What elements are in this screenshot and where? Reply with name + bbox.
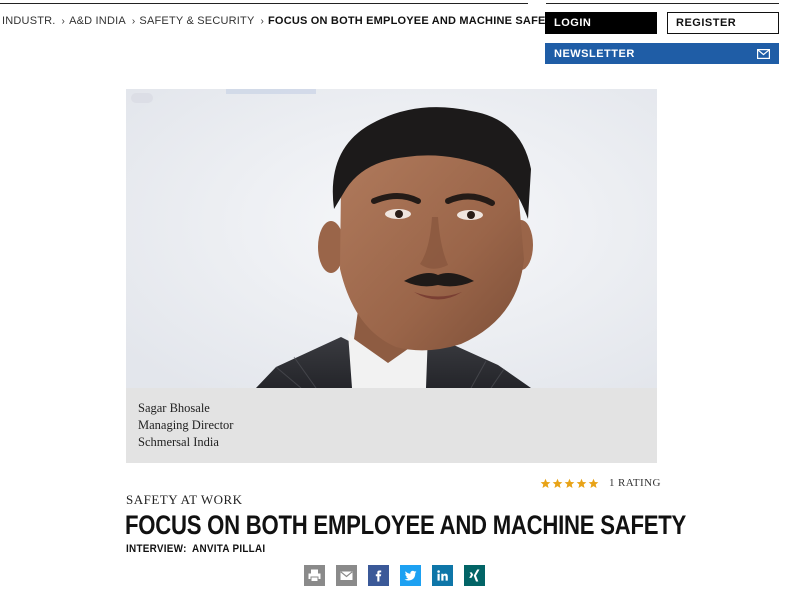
top-divider-left: [0, 3, 528, 4]
star-icon[interactable]: [540, 478, 551, 489]
breadcrumb-chevron-icon: ›: [131, 15, 136, 27]
article-kicker: SAFETY AT WORK: [126, 492, 243, 507]
breadcrumb-item-current: FOCUS ON BOTH EMPLOYEE AND MACHINE SAFET…: [268, 15, 560, 27]
envelope-icon: [340, 571, 353, 580]
article-headline: FOCUS ON BOTH EMPLOYEE AND MACHINE SAFET…: [125, 510, 687, 540]
share-bar: [304, 565, 485, 586]
star-icon[interactable]: [564, 478, 575, 489]
rating-count: 1 RATING: [609, 477, 661, 489]
breadcrumb: INDUSTR. › A&D INDIA › SAFETY & SECURITY…: [2, 15, 560, 27]
mail-icon: [757, 48, 770, 59]
breadcrumb-item-safety-security[interactable]: SAFETY & SECURITY: [139, 15, 254, 27]
image-caption: Sagar Bhosale Managing Director Schmersa…: [126, 388, 657, 463]
breadcrumb-item-ad-india[interactable]: A&D INDIA: [69, 15, 126, 27]
portrait-illustration: [126, 89, 657, 388]
facebook-icon: [375, 570, 382, 582]
star-icon[interactable]: [576, 478, 587, 489]
breadcrumb-chevron-icon: ›: [61, 15, 66, 27]
hero-portrait-image: [126, 89, 657, 388]
rating-stars[interactable]: [540, 478, 599, 489]
login-button[interactable]: LOGIN: [545, 12, 657, 34]
share-facebook-button[interactable]: [368, 565, 389, 586]
share-email-button[interactable]: [336, 565, 357, 586]
byline-prefix: INTERVIEW:: [126, 543, 187, 555]
newsletter-button[interactable]: NEWSLETTER: [545, 43, 779, 64]
caption-person-company: Schmersal India: [138, 435, 219, 449]
newsletter-label: NEWSLETTER: [554, 47, 635, 60]
article-rating: 1 RATING: [540, 477, 661, 489]
byline-author[interactable]: ANVITA PILLAI: [192, 543, 265, 555]
register-button[interactable]: REGISTER: [667, 12, 779, 34]
share-xing-button[interactable]: [464, 565, 485, 586]
star-icon[interactable]: [588, 478, 599, 489]
caption-person-name: Sagar Bhosale: [138, 401, 210, 415]
top-divider-right: [546, 3, 779, 4]
print-icon: [308, 569, 321, 582]
breadcrumb-item-industr[interactable]: INDUSTR.: [2, 15, 56, 27]
share-twitter-button[interactable]: [400, 565, 421, 586]
twitter-icon: [404, 570, 417, 581]
linkedin-icon: [437, 570, 448, 581]
caption-person-role: Managing Director: [138, 418, 234, 432]
article-byline: INTERVIEW: ANVITA PILLAI: [126, 543, 265, 555]
share-linkedin-button[interactable]: [432, 565, 453, 586]
breadcrumb-chevron-icon: ›: [260, 15, 265, 27]
share-print-button[interactable]: [304, 565, 325, 586]
xing-icon: [469, 569, 480, 582]
star-icon[interactable]: [552, 478, 563, 489]
